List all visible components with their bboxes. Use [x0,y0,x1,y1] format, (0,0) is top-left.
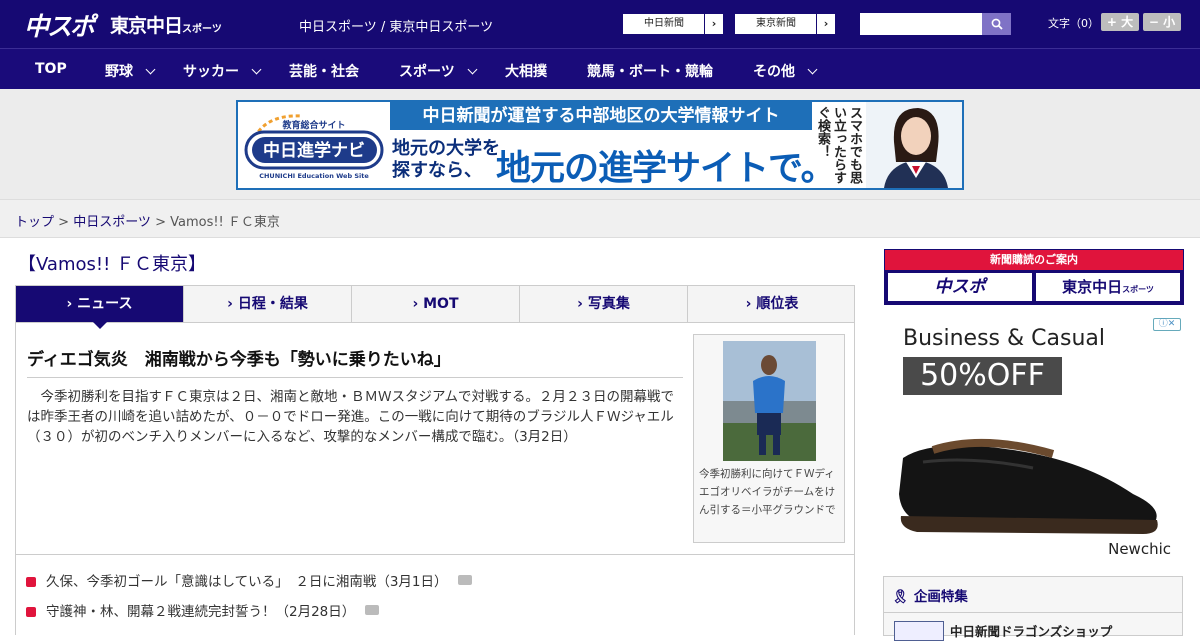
ad-discount: 50%OFF [903,357,1062,395]
logo-en-text: CHUNICHI Education Web Site [259,172,369,180]
dragons-shop-thumbnail[interactable] [894,621,944,641]
bullet-icon [26,607,36,617]
site-tagline: 中日スポーツ / 東京中日スポーツ [299,20,494,35]
breadcrumb-current: Vamos!! ＦＣ東京 [170,215,280,230]
breadcrumb-top-link[interactable]: トップ [15,215,54,230]
ad-brand: Newchic [1108,540,1171,558]
breadcrumb-separator: > [150,215,171,230]
article-headline[interactable]: ディエゴ気炎 湘南戦から今季も「勢いに乗りたいね」 [27,345,451,370]
tab-mot[interactable]: › MOT [352,286,520,322]
banner-vertical-text: スマホでも思い立ったらすぐ検索！ [815,106,862,184]
chevron-down-icon [251,64,262,75]
tab-standings[interactable]: › 順位表 [688,286,856,322]
main-article: ディエゴ気炎 湘南戦から今季も「勢いに乗りたいね」 今季初勝利を目指すＦＣ東京は… [15,323,855,555]
photo-caption: 今季初勝利に向けてＦＷディエゴオリベイラがチームをけん引する＝小平グラウンドで [699,468,836,516]
special-divider [884,612,1182,613]
special-feature-box: 🎗 企画特集 中日新聞ドラゴンズショップ [883,576,1183,641]
headline-divider [27,377,683,378]
nav-item-label: 競馬・ボート・競輪 [587,64,713,80]
chevron-right-icon: › [704,14,723,34]
banner-ad[interactable]: 教育総合サイト 中日進学ナビ CHUNICHI Education Web Si… [236,100,964,190]
banner-subtext: 地元の大学を 探すなら、 [392,138,500,181]
search-icon [991,18,1003,30]
special-feature-item[interactable]: 中日新聞ドラゴンズショップ [950,621,1112,640]
page-title: 【Vamos!! ＦＣ東京】 [18,254,207,275]
side-ad[interactable]: Business & Casual 50%OFF Newchic ⓘ✕ [883,316,1183,566]
breadcrumb: トップ > 中日スポーツ > Vamos!! ＦＣ東京 [15,211,280,230]
tab-photos[interactable]: › 写真集 [520,286,688,322]
breadcrumb-separator: > [54,215,74,230]
nav-item-label: 大相撲 [505,64,547,80]
nav-item-label: TOP [35,61,67,77]
tab-news[interactable]: › ニュース [16,286,184,322]
chevron-right-icon: › [816,14,835,34]
tokyo-chunichi-logo[interactable]: 東京中日スポーツ [110,11,222,38]
tokyo-chunichi-logo-text: 東京中日 [110,15,183,37]
shoe-image [899,438,1158,534]
breadcrumb-bar: トップ > 中日スポーツ > Vamos!! ＦＣ東京 [0,200,1200,238]
nav-item-entertainment[interactable]: 芸能・社会 [289,61,359,81]
subscribe-chuspo-button[interactable]: 中スポ [888,273,1032,301]
subscribe-btn-text: 東京中日 [1062,278,1123,296]
logo-top-text: 教育総合サイト [281,119,345,131]
article-photo[interactable] [723,341,816,461]
list-item[interactable]: 守護神・林、開幕２戦連続完封誓う！（2月28日） [26,600,380,620]
nav-item-soccer[interactable]: サッカー [183,61,262,81]
list-item-text: 久保、今季初ゴール「意識はしている」 ２日に湘南戦（3月1日） [46,574,448,590]
ad-info-icon[interactable]: ⓘ✕ [1153,318,1181,331]
nav-item-top[interactable]: TOP [35,61,67,77]
subscribe-btn-small: スポーツ [1122,285,1154,294]
nav-item-label: その他 [753,64,795,80]
breadcrumb-chuspo-link[interactable]: 中日スポーツ [73,215,151,230]
chuspo-logo[interactable]: 中スポ [24,7,95,43]
partner-link-label: 中日新聞 [644,18,684,29]
font-size-increase-button[interactable]: + 大 [1101,13,1139,31]
search-input[interactable] [860,13,982,35]
special-feature-header: 🎗 企画特集 [892,585,968,605]
nav-item-sports[interactable]: スポーツ [399,61,478,81]
banner-slogan: 地元の進学サイトで。 [496,149,836,189]
tokyo-shimbun-link[interactable]: 東京新聞 › [734,13,836,35]
shingaku-navi-logo: 教育総合サイト 中日進学ナビ CHUNICHI Education Web Si… [244,114,384,180]
article-photo-box: 今季初勝利に向けてＦＷディエゴオリベイラがチームをけん引する＝小平グラウンドで [693,334,845,543]
logo-main-text: 中日進学ナビ [263,140,365,161]
subscription-header: 新聞購読のご案内 [885,250,1183,270]
subscribe-tokyo-chunichi-button[interactable]: 東京中日スポーツ [1036,273,1180,301]
nav-item-sumo[interactable]: 大相撲 [505,61,547,81]
main-nav: TOP 野球 サッカー 芸能・社会 スポーツ 大相撲 競馬・ボート・競輪 その他 [0,48,1200,89]
nav-item-label: 野球 [105,64,133,80]
tokyo-chunichi-logo-small: スポーツ [182,24,222,35]
nav-item-label: サッカー [183,64,239,80]
list-item[interactable]: 久保、今季初ゴール「意識はしている」 ２日に湘南戦（3月1日） [26,570,472,590]
ad-tagline: Business & Casual [903,326,1105,351]
nav-item-baseball[interactable]: 野球 [105,61,156,81]
search-button[interactable] [982,13,1011,35]
list-item-text: 守護神・林、開幕２戦連続完封誓う！（2月28日） [46,604,356,620]
special-feature-title: 企画特集 [913,589,968,605]
tab-schedule[interactable]: › 日程・結果 [184,286,352,322]
banner-headline: 中日新聞が運営する中部地区の大学情報サイト [390,102,812,130]
student-photo [866,102,962,188]
nav-item-label: スポーツ [399,64,455,80]
bullet-icon [26,577,36,587]
related-news-list: 久保、今季初ゴール「意識はしている」 ２日に湘南戦（3月1日） 守護神・林、開幕… [15,555,855,635]
font-size-label: 文字（0） [1048,17,1099,30]
nav-item-racing[interactable]: 競馬・ボート・競輪 [587,61,713,81]
camera-icon [457,575,472,585]
article-body: 今季初勝利を目指すＦＣ東京は２日、湘南と敵地・ＢＭＷスタジアムで対戦する。２月２… [27,389,675,445]
chevron-down-icon [467,64,478,75]
nav-item-label: 芸能・社会 [289,64,359,80]
site-header: 中スポ 東京中日スポーツ 中日スポーツ / 東京中日スポーツ 中日新聞 › 東京… [0,0,1200,48]
camera-icon [365,605,380,615]
chevron-down-icon [807,64,818,75]
nav-item-other[interactable]: その他 [753,61,818,81]
font-size-decrease-button[interactable]: − 小 [1143,13,1181,31]
section-tabs: › ニュース › 日程・結果 › MOT › 写真集 › 順位表 [15,285,855,323]
partner-link-label: 東京新聞 [756,18,796,29]
ribbon-icon: 🎗 [892,589,910,605]
chevron-down-icon [145,64,156,75]
subscription-box: 新聞購読のご案内 中スポ 東京中日スポーツ [884,249,1184,305]
chunichi-shimbun-link[interactable]: 中日新聞 › [622,13,724,35]
